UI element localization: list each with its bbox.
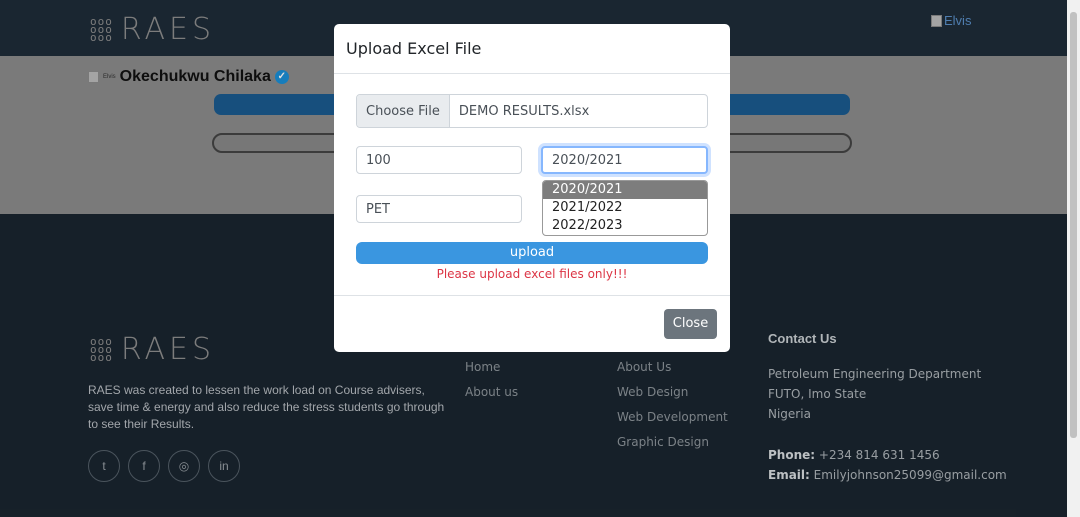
course-field[interactable]: PET <box>356 195 522 223</box>
file-input[interactable]: Choose File DEMO RESULTS.xlsx <box>356 94 708 128</box>
close-button[interactable]: Close <box>664 309 717 339</box>
scrollbar-thumb[interactable] <box>1070 12 1077 438</box>
modal-title: Upload Excel File <box>334 24 730 74</box>
file-name: DEMO RESULTS.xlsx <box>458 103 590 119</box>
page-scrollbar[interactable] <box>1067 0 1080 517</box>
error-message: Please upload excel files only!!! <box>436 267 628 281</box>
level-field[interactable]: 100 <box>356 146 522 174</box>
upload-modal: Upload Excel File Choose File DEMO RESUL… <box>334 24 730 352</box>
session-option[interactable]: 2021/2022 <box>543 199 707 217</box>
session-select[interactable]: 2020/2021 <box>541 146 708 174</box>
modal-footer-divider <box>334 295 730 296</box>
session-option[interactable]: 2022/2023 <box>543 217 707 235</box>
upload-button[interactable]: upload <box>356 242 708 264</box>
session-dropdown-list: 2020/2021 2021/2022 2022/2023 <box>542 180 708 236</box>
choose-file-button[interactable]: Choose File <box>357 95 450 127</box>
session-option[interactable]: 2020/2021 <box>543 181 707 199</box>
